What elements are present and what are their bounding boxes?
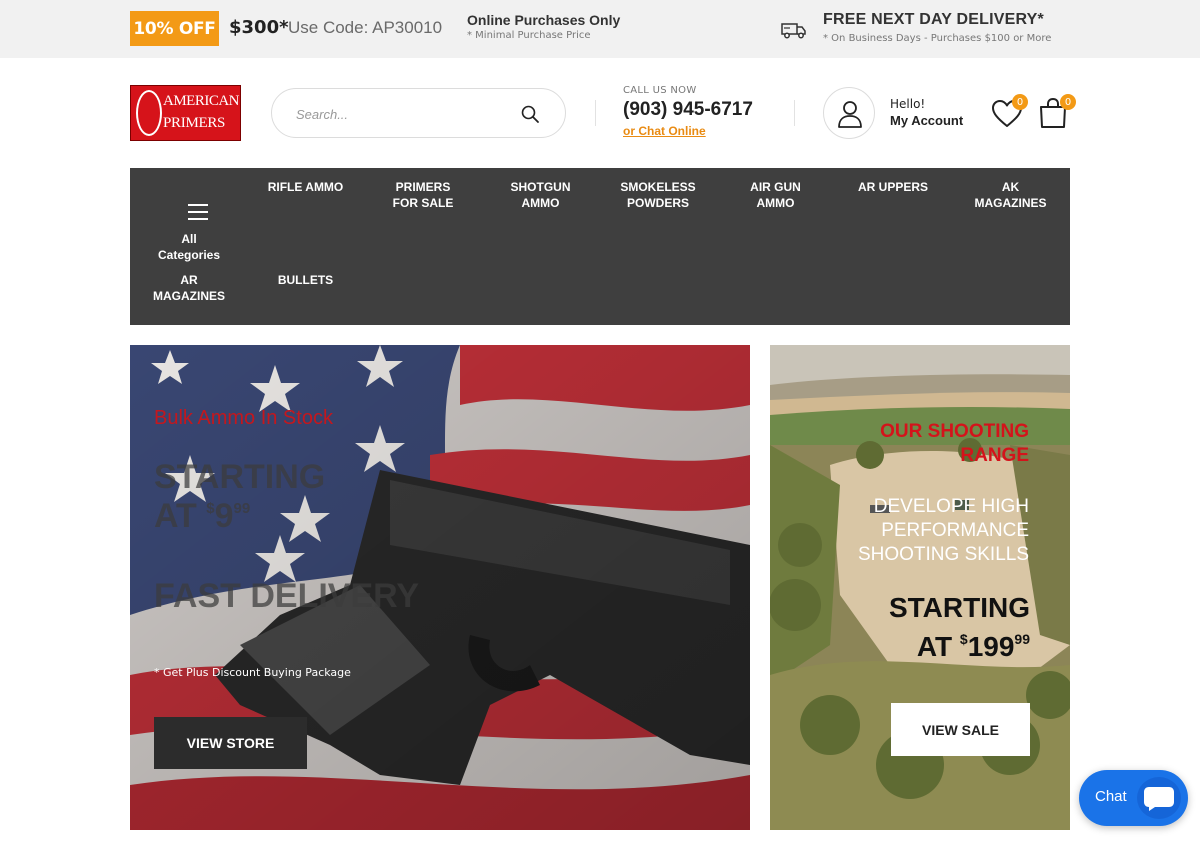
hero-price: AT $999: [154, 493, 251, 535]
nav-label: AR: [180, 273, 198, 287]
nav-label: SMOKELESS: [620, 180, 696, 194]
search-bar: [271, 88, 566, 138]
range-price-at: AT: [916, 631, 953, 662]
range-subtitle-line: SHOOTING SKILLS: [857, 544, 1029, 565]
nav-bullets[interactable]: BULLETS: [253, 272, 359, 288]
account-greeting: Hello!: [890, 97, 926, 111]
range-kicker-line: OUR SHOOTING: [880, 421, 1029, 442]
logo-emblem: [136, 90, 162, 136]
range-kicker-line: RANGE: [960, 445, 1029, 466]
logo-text-line2: PRIMERS: [163, 115, 226, 131]
promo-minimal-note: * Minimal Purchase Price: [467, 30, 591, 41]
truck-icon: [781, 23, 806, 39]
logo-text-line1: AMERICAN: [163, 93, 240, 109]
nav-label: MAGAZINES: [153, 289, 225, 303]
range-price-main: 199: [967, 631, 1015, 662]
nav-shotgun-ammo[interactable]: SHOTGUN AMMO: [488, 179, 594, 211]
hero-price-main: 9: [214, 497, 234, 535]
range-price-currency: $: [959, 631, 968, 647]
range-subtitle-line: PERFORMANCE: [881, 520, 1029, 541]
header-divider: [595, 100, 596, 126]
nav-all-categories[interactable]: All Categories: [138, 186, 240, 264]
chat-bubble-icon: [1137, 777, 1181, 819]
nav-label: AR UPPERS: [857, 180, 928, 194]
search-input[interactable]: [296, 103, 496, 125]
nav-ar-uppers[interactable]: AR UPPERS: [840, 179, 946, 195]
hero-price-currency: $: [206, 500, 215, 517]
hero-banner[interactable]: Bulk Ammo In Stock STARTING AT $999 FAST…: [130, 345, 750, 830]
nav-label: Categories: [157, 248, 221, 262]
hero-price-cents: 99: [233, 500, 251, 517]
range-price-cents: 99: [1014, 631, 1030, 647]
nav-ar-magazines[interactable]: AR MAGAZINES: [135, 272, 243, 304]
chat-label: Chat: [1095, 788, 1127, 805]
hero-price-at: AT: [154, 497, 197, 535]
nav-label: MAGAZINES: [974, 196, 1047, 210]
nav-label: AMMO: [756, 196, 795, 210]
discount-badge: 10% OFF: [130, 11, 219, 46]
nav-label: AK: [1001, 180, 1020, 194]
nav-ak-magazines[interactable]: AK MAGAZINES: [958, 179, 1064, 211]
range-kicker: OUR SHOOTING RANGE: [829, 420, 1029, 468]
nav-label: SHOTGUN: [510, 180, 571, 194]
nav-smokeless-powders[interactable]: SMOKELESS POWDERS: [605, 179, 711, 211]
search-icon[interactable]: [520, 104, 540, 124]
phone-number[interactable]: (903) 945-6717: [623, 99, 753, 121]
nav-label: PRIMERS: [395, 180, 451, 194]
account-button[interactable]: [823, 87, 875, 139]
wishlist-count-badge: 0: [1012, 94, 1028, 110]
nav-label: POWDERS: [626, 196, 689, 210]
nav-label: RIFLE AMMO: [267, 180, 344, 194]
nav-air-gun-ammo[interactable]: AIR GUN AMMO: [723, 179, 829, 211]
hero-starting-text: STARTING: [154, 458, 326, 496]
hero-discount-note: * Get Plus Discount Buying Package: [154, 666, 351, 679]
promo-amount: $300*: [229, 17, 289, 38]
hamburger-icon: [188, 204, 208, 220]
chat-widget-button[interactable]: Chat: [1079, 770, 1188, 826]
nav-label: BULLETS: [277, 273, 334, 287]
cart-count-badge: 0: [1060, 94, 1076, 110]
nav-label: AMMO: [521, 196, 560, 210]
view-store-button[interactable]: VIEW STORE: [154, 717, 307, 769]
view-sale-button[interactable]: VIEW SALE: [891, 703, 1030, 756]
my-account-link[interactable]: My Account: [890, 113, 963, 128]
range-subtitle: DEVELOPE HIGH PERFORMANCE SHOOTING SKILL…: [789, 495, 1029, 567]
user-icon: [838, 101, 862, 128]
header-divider: [794, 100, 795, 126]
range-starting-text: STARTING: [888, 592, 1030, 623]
nav-label: All: [181, 232, 197, 246]
american-primers-logo[interactable]: AMERICAN PRIMERS: [130, 85, 241, 141]
shooting-range-image: [770, 345, 1070, 830]
nav-label: FOR SALE: [392, 196, 454, 210]
hero-fast-delivery: FAST DELIVERY: [154, 577, 420, 615]
nav-label: AIR GUN: [750, 180, 801, 194]
promo-online-only: Online Purchases Only: [467, 12, 621, 28]
free-delivery-note: * On Business Days - Purchases $100 or M…: [823, 33, 1052, 44]
hero-kicker: Bulk Ammo In Stock: [154, 407, 333, 429]
nav-rifle-ammo[interactable]: RIFLE AMMO: [253, 179, 359, 195]
promo-bar: 10% OFF $300* Use Code: AP30010 Online P…: [0, 0, 1200, 58]
shooting-range-banner[interactable]: OUR SHOOTING RANGE DEVELOPE HIGH PERFORM…: [770, 345, 1070, 830]
range-subtitle-line: DEVELOPE HIGH: [873, 496, 1029, 517]
chat-online-link[interactable]: or Chat Online: [623, 124, 706, 138]
category-nav: All Categories RIFLE AMMO PRIMERS FOR SA…: [130, 168, 1070, 325]
range-price: AT $19999: [917, 623, 1030, 663]
nav-primers-for-sale[interactable]: PRIMERS FOR SALE: [370, 179, 476, 211]
free-delivery-title: FREE NEXT DAY DELIVERY*: [823, 11, 1044, 28]
call-us-label: CALL US NOW: [623, 85, 697, 96]
promo-code: Use Code: AP30010: [288, 18, 443, 37]
